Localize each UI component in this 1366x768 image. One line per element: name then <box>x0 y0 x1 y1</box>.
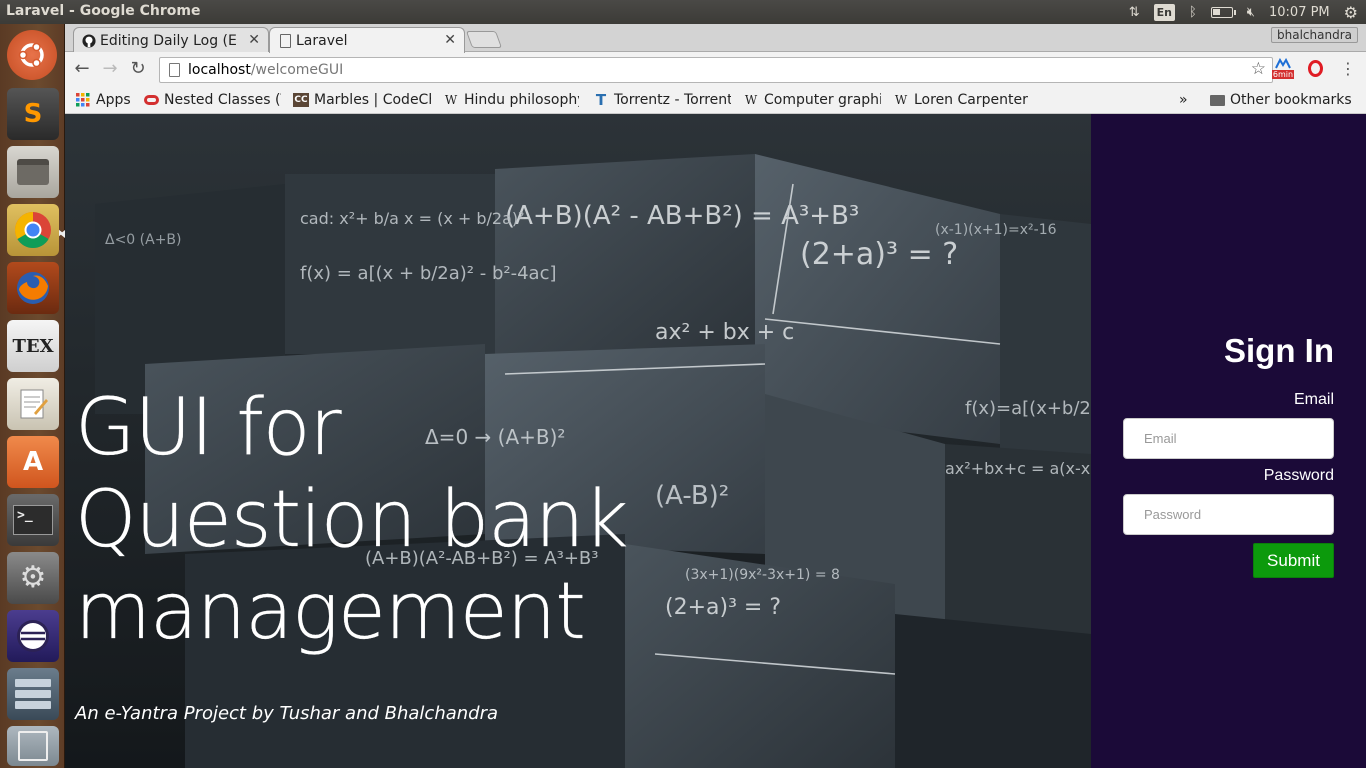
submit-button[interactable]: Submit <box>1253 543 1334 578</box>
other-bookmarks-folder[interactable]: Other bookmarks <box>1209 90 1359 110</box>
wikipedia-icon: W <box>744 93 758 107</box>
keyboard-language-indicator[interactable]: En <box>1153 3 1175 21</box>
unity-launcher: S TEX A >_ ⚙ <box>0 24 65 768</box>
window-title: Laravel - Google Chrome <box>6 3 201 19</box>
torrentz-icon: T <box>595 91 607 109</box>
bookmark-marbles-codechef[interactable]: CC Marbles | CodeCh <box>293 90 431 110</box>
bookmark-label: Torrentz - Torrent <box>614 92 731 108</box>
svg-text:(3x+1)(9x²-3x+1) = 8: (3x+1)(9x²-3x+1) = 8 <box>685 567 840 583</box>
svg-text:(2+a)³ = ?: (2+a)³ = ? <box>800 237 958 272</box>
browser-toolbar: ← → ↻ localhost/welcomeGUI ☆ 6min ⋮ <box>65 52 1366 86</box>
hero-title: GUI for Question bank management <box>75 383 629 657</box>
apps-grid-icon <box>75 93 91 107</box>
reload-icon[interactable]: ↻ <box>127 58 149 80</box>
signin-title: Sign In <box>1224 332 1334 369</box>
indicator-area: ⇅ En ᛒ 🔇︎ 10:07 PM ⚙ <box>1129 0 1358 24</box>
chrome-icon[interactable] <box>7 204 59 256</box>
profile-name-badge[interactable]: bhalchandra <box>1271 27 1358 43</box>
bookmark-apps[interactable]: Apps <box>75 90 135 110</box>
web-page: (A+B)(A² - AB+B²) = A³+B³ (2+a)³ = ? cad… <box>65 114 1366 768</box>
url-host: localhost <box>188 62 251 78</box>
system-top-panel: Laravel - Google Chrome ⇅ En ᛒ 🔇︎ 10:07 … <box>0 0 1366 24</box>
bookmarks-bar: Apps Nested Classes (T CC Marbles | Code… <box>65 86 1366 114</box>
hero-section: (A+B)(A² - AB+B²) = A³+B³ (2+a)³ = ? cad… <box>65 114 1091 768</box>
system-settings-icon[interactable]: ⚙ <box>7 552 59 604</box>
tab-title: Editing Daily Log (E <box>100 32 237 49</box>
software-center-icon[interactable]: A <box>7 436 59 488</box>
tab-laravel[interactable]: Laravel ✕ <box>269 27 465 53</box>
svg-text:cad: x²+ b/a x = (x + b/2a)²: cad: x²+ b/a x = (x + b/2a)² <box>300 209 525 228</box>
password-field[interactable] <box>1123 494 1334 535</box>
bookmarks-overflow-chevron-icon[interactable]: » <box>1179 90 1188 110</box>
tab-title: Laravel <box>296 32 348 49</box>
wikipedia-icon: W <box>444 93 458 107</box>
tab-close-icon[interactable]: ✕ <box>444 32 456 48</box>
menu-dots-icon[interactable]: ⋮ <box>1337 58 1359 80</box>
bookmark-nested-classes[interactable]: Nested Classes (T <box>143 90 281 110</box>
file-manager-icon[interactable] <box>7 146 59 198</box>
signin-panel: Sign In Email Password Submit <box>1091 114 1366 768</box>
email-field[interactable] <box>1123 418 1334 459</box>
page-info-icon[interactable] <box>169 63 180 77</box>
back-arrow-icon[interactable]: ← <box>71 58 93 80</box>
text-editor-icon[interactable] <box>7 378 59 430</box>
address-bar[interactable]: localhost/welcomeGUI ☆ <box>159 57 1273 83</box>
tab-strip: Editing Daily Log (E ✕ Laravel ✕ bhalcha… <box>65 24 1366 53</box>
bookmark-loren-carpenter[interactable]: W Loren Carpenter <box>893 90 1033 110</box>
bookmark-label: Apps <box>96 92 131 108</box>
password-label: Password <box>1263 467 1334 484</box>
svg-text:ax²+bx+c = a(x-x₁): ax²+bx+c = a(x-x₁) <box>945 459 1091 478</box>
terminal-icon[interactable]: >_ <box>7 494 59 546</box>
svg-text:Δ<0 (A+B): Δ<0 (A+B) <box>105 232 182 248</box>
gear-icon[interactable]: ⚙ <box>1344 3 1358 22</box>
clock[interactable]: 10:07 PM <box>1269 5 1330 20</box>
other-bookmarks-label: Other bookmarks <box>1230 92 1352 108</box>
firefox-icon[interactable] <box>7 262 59 314</box>
network-updown-icon[interactable]: ⇅ <box>1129 5 1140 20</box>
hero-subtitle: An e-Yantra Project by Tushar and Bhalch… <box>75 703 499 724</box>
trash-icon[interactable] <box>7 726 59 766</box>
wikipedia-icon: W <box>894 93 908 107</box>
volume-muted-icon[interactable]: 🔇︎ <box>1247 5 1255 20</box>
bookmark-star-icon[interactable]: ☆ <box>1251 59 1266 79</box>
workspace-switcher-icon[interactable] <box>7 668 59 720</box>
forward-arrow-icon[interactable]: → <box>99 58 121 80</box>
url-path: /welcomeGUI <box>250 62 344 78</box>
bookmark-label: Marbles | CodeCh <box>314 92 431 108</box>
bookmark-label: Nested Classes (T <box>164 92 281 108</box>
6min-extension-icon[interactable]: 6min <box>1271 57 1295 79</box>
sublime-text-icon[interactable]: S <box>7 88 59 140</box>
svg-text:(A+B)(A² - AB+B²) = A³+B³: (A+B)(A² - AB+B²) = A³+B³ <box>505 201 859 231</box>
codechef-icon: CC <box>293 93 309 107</box>
bookmark-torrentz[interactable]: T Torrentz - Torrent <box>593 90 731 110</box>
tab-editing-daily-log[interactable]: Editing Daily Log (E ✕ <box>73 27 269 53</box>
bookmark-hindu-philosophy[interactable]: W Hindu philosophy <box>443 90 579 110</box>
github-icon <box>82 34 96 48</box>
bookmark-computer-graphics[interactable]: W Computer graphi <box>743 90 881 110</box>
browser-chrome: Editing Daily Log (E ✕ Laravel ✕ bhalcha… <box>65 24 1366 114</box>
bluetooth-icon[interactable]: ᛒ <box>1189 5 1197 20</box>
opera-vpn-icon[interactable] <box>1304 57 1326 79</box>
tab-close-icon[interactable]: ✕ <box>248 32 260 48</box>
svg-text:f(x) = a[(x + b/2a)² - b²-4ac]: f(x) = a[(x + b/2a)² - b²-4ac] <box>300 263 557 284</box>
battery-icon[interactable] <box>1210 6 1236 18</box>
email-label: Email <box>1293 391 1334 408</box>
svg-text:(x-1)(x+1)=x²-16: (x-1)(x+1)=x²-16 <box>935 222 1057 238</box>
bookmark-label: Loren Carpenter <box>914 92 1028 108</box>
ubuntu-dash-icon[interactable] <box>7 30 57 80</box>
texmaker-icon[interactable]: TEX <box>7 320 59 372</box>
new-tab-button[interactable] <box>465 31 503 48</box>
folder-icon <box>1209 93 1225 107</box>
svg-text:ax² + bx + c: ax² + bx + c <box>655 320 794 345</box>
svg-text:f(x)=a[(x+b/2a)²: f(x)=a[(x+b/2a)² <box>965 398 1091 419</box>
oracle-icon <box>143 93 159 107</box>
eclipse-icon[interactable] <box>7 610 59 662</box>
page-icon <box>280 34 291 48</box>
bookmark-label: Hindu philosophy <box>464 92 579 108</box>
bookmark-label: Computer graphi <box>764 92 881 108</box>
